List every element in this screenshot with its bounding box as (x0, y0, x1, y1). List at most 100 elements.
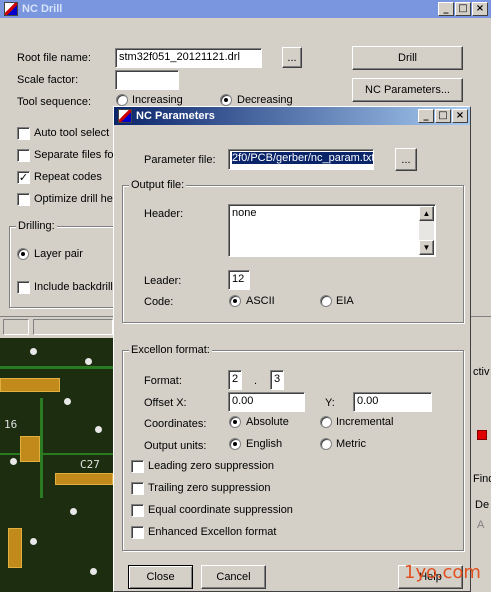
app-icon (118, 109, 132, 123)
pcb-trace (40, 398, 43, 498)
header-value: none (232, 207, 257, 219)
offset-x-label: Offset X: (144, 397, 187, 409)
units-metric-label: Metric (336, 438, 366, 450)
header-label: Header: (144, 208, 184, 220)
leading-zero-label: Leading zero suppression (148, 460, 274, 472)
leading-zero-checkbox[interactable] (131, 460, 144, 473)
coords-absolute-radio[interactable] (229, 416, 241, 428)
repeat-codes-label: Repeat codes (34, 171, 102, 183)
units-english-label: English (246, 438, 283, 450)
scroll-up-button[interactable]: ▲ (419, 206, 434, 221)
drilling-group: Drilling: (9, 220, 119, 308)
watermark: 1yo.com (404, 562, 481, 583)
minimize-button[interactable]: _ (418, 109, 434, 123)
coordinates-label: Coordinates: (144, 418, 207, 430)
code-eia-radio[interactable] (320, 295, 332, 307)
separate-files-label: Separate files for (34, 149, 118, 161)
side-text-a: A (477, 519, 485, 531)
pcb-via (95, 426, 102, 433)
maximize-button[interactable]: □ (435, 109, 451, 123)
offset-y-input[interactable]: 0.00 (353, 392, 432, 412)
units-english-radio[interactable] (229, 438, 241, 450)
parameter-file-label: Parameter file: (144, 154, 216, 166)
side-text-ctiv: ctiv (473, 366, 490, 378)
close-dialog-button[interactable]: Close (128, 565, 193, 589)
optimize-drill-label: Optimize drill hea (34, 193, 119, 205)
root-file-label: Root file name: (17, 52, 91, 64)
nc-params-titlebar: NC Parameters _ □ × (114, 107, 470, 125)
include-backdrill-label: Include backdrill (34, 281, 113, 293)
enhanced-excellon-label: Enhanced Excellon format (148, 526, 277, 538)
output-units-label: Output units: (144, 440, 207, 452)
offset-y-label: Y: (325, 397, 335, 409)
auto-tool-select-label: Auto tool select (34, 127, 110, 139)
include-backdrill-checkbox[interactable] (17, 281, 30, 294)
header-scrollbar[interactable]: ▲ ▼ (419, 206, 434, 255)
format-decimal-input[interactable]: 3 (270, 370, 284, 390)
close-button[interactable]: × (472, 2, 488, 16)
pcb-pad (0, 378, 60, 392)
excellon-format-group-title: Excellon format: (129, 344, 212, 356)
coords-incremental-radio[interactable] (320, 416, 332, 428)
offset-x-input[interactable]: 0.00 (228, 392, 305, 412)
leader-label: Leader: (144, 275, 182, 287)
parameter-file-browse-button[interactable]: ... (395, 148, 417, 171)
equal-coord-checkbox[interactable] (131, 504, 144, 517)
format-separator: . (254, 375, 258, 387)
code-ascii-radio[interactable] (229, 295, 241, 307)
pcb-pad (20, 436, 40, 462)
drilling-group-title: Drilling: (16, 220, 57, 232)
minimize-button[interactable]: _ (438, 2, 454, 16)
auto-tool-select-checkbox[interactable] (17, 127, 30, 140)
side-red-indicator (477, 430, 487, 440)
root-file-input[interactable]: stm32f051_20121121.drl (115, 48, 262, 68)
side-text-de: De (475, 499, 490, 511)
cancel-button[interactable]: Cancel (201, 565, 266, 589)
repeat-codes-checkbox[interactable]: ✓ (17, 171, 30, 184)
app-icon (4, 2, 18, 16)
nc-drill-title: NC Drill (22, 3, 63, 15)
scale-factor-label: Scale factor: (17, 74, 79, 86)
nc-parameters-dialog: NC Parameters _ □ × Parameter file: 2f0/… (113, 106, 471, 592)
pcb-via (10, 458, 17, 465)
format-integer-input[interactable]: 2 (228, 370, 242, 390)
tool-seq-decreasing-radio[interactable] (220, 94, 232, 106)
format-label: Format: (144, 375, 182, 387)
optimize-drill-checkbox[interactable] (17, 193, 30, 206)
code-label: Code: (144, 296, 174, 308)
leader-input[interactable]: 12 (228, 270, 250, 290)
tool-seq-increasing-radio[interactable] (116, 94, 128, 106)
root-file-browse-button[interactable]: ... (282, 47, 302, 68)
layer-pair-radio[interactable] (17, 248, 29, 260)
coords-incremental-label: Incremental (336, 416, 394, 428)
tool-seq-increasing-label: Increasing (132, 94, 183, 106)
trailing-zero-checkbox[interactable] (131, 482, 144, 495)
pcb-trace (0, 366, 113, 369)
pcb-label-16: 16 (4, 418, 18, 431)
nc-params-title: NC Parameters (136, 110, 215, 122)
pcb-via (30, 348, 37, 355)
parameter-file-input[interactable]: 2f0/PCB/gerber/nc_param.txt (228, 149, 374, 170)
pcb-via (70, 508, 77, 515)
pcb-trace (0, 453, 113, 455)
units-metric-radio[interactable] (320, 438, 332, 450)
pcb-via (85, 358, 92, 365)
enhanced-excellon-checkbox[interactable] (131, 526, 144, 539)
scale-factor-input[interactable] (115, 70, 179, 90)
separate-files-checkbox[interactable] (17, 149, 30, 162)
close-button[interactable]: × (452, 109, 468, 123)
nc-parameters-button[interactable]: NC Parameters... (352, 78, 463, 102)
status-pane-2 (33, 319, 113, 335)
status-pane-1 (3, 319, 29, 335)
pcb-pad (8, 528, 22, 568)
code-ascii-label: ASCII (246, 295, 275, 307)
trailing-zero-label: Trailing zero suppression (148, 482, 271, 494)
header-textarea[interactable]: none (228, 204, 436, 257)
layer-pair-label: Layer pair (34, 248, 83, 260)
drill-button[interactable]: Drill (352, 46, 463, 70)
scroll-down-button[interactable]: ▼ (419, 240, 434, 255)
maximize-button[interactable]: □ (455, 2, 471, 16)
tool-seq-decreasing-label: Decreasing (237, 94, 293, 106)
pcb-label-c27: C27 (80, 458, 100, 471)
coords-absolute-label: Absolute (246, 416, 289, 428)
